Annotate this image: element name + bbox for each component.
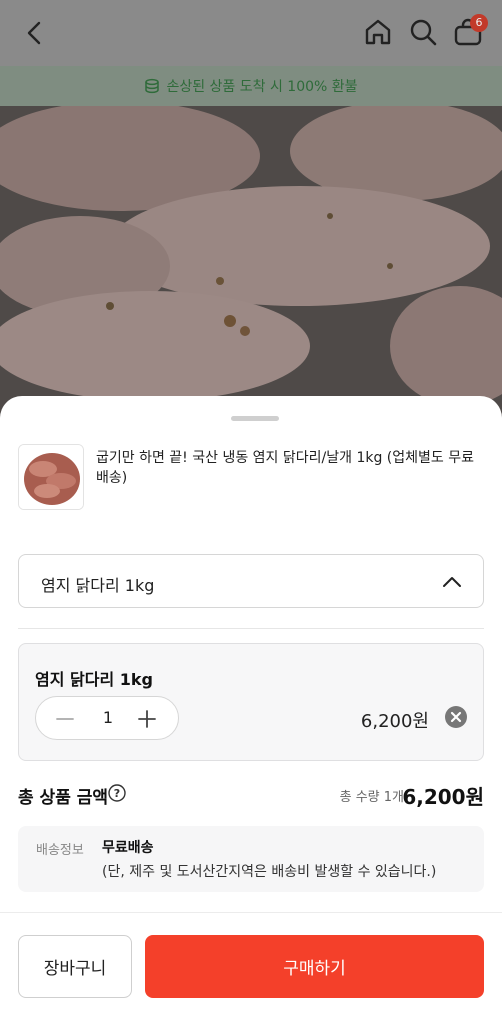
action-bar-divider xyxy=(0,912,502,913)
shipping-label: 배송정보 xyxy=(36,843,84,858)
option-dropdown[interactable]: 염지 닭다리 1kg xyxy=(18,554,484,608)
section-divider xyxy=(18,628,484,629)
shipping-info-box: 배송정보 무료배송 (단, 제주 및 도서산간지역은 배송비 발생할 수 있습니… xyxy=(18,826,484,892)
remove-option-icon[interactable] xyxy=(445,706,467,728)
shipping-value: 무료배송 xyxy=(102,840,154,856)
buy-now-button[interactable]: 구매하기 xyxy=(145,935,484,998)
quantity-stepper: 1 xyxy=(35,696,179,740)
total-price-row: 총 상품 금액 ? 총 수량 1개 6,200원 xyxy=(18,781,484,809)
search-icon[interactable] xyxy=(407,16,439,48)
total-label: 총 상품 금액 xyxy=(18,788,109,808)
plus-icon[interactable] xyxy=(136,708,158,730)
home-icon[interactable] xyxy=(362,16,394,48)
help-icon[interactable]: ? xyxy=(108,784,126,802)
cart-count-badge: 6 xyxy=(470,14,488,32)
total-price: 6,200원 xyxy=(402,785,484,809)
sheet-drag-handle[interactable] xyxy=(231,416,279,421)
product-summary: 굽기만 하면 끝! 국산 냉동 염지 닭다리/날개 1kg (업체별도 무료배송… xyxy=(18,444,484,510)
add-to-cart-button[interactable]: 장바구니 xyxy=(18,935,132,998)
svg-text:?: ? xyxy=(114,787,120,800)
top-navigation-bar: 6 xyxy=(0,0,502,66)
back-arrow-icon[interactable] xyxy=(20,18,50,48)
selected-option-price: 6,200원 xyxy=(360,711,429,732)
option-bottom-sheet: 굽기만 하면 끝! 국산 냉동 염지 닭다리/날개 1kg (업체별도 무료배송… xyxy=(0,396,502,1024)
minus-icon[interactable] xyxy=(54,708,76,730)
coins-icon xyxy=(145,78,160,94)
product-name: 굽기만 하면 끝! 국산 냉동 염지 닭다리/날개 1kg (업체별도 무료배송… xyxy=(96,450,474,486)
quantity-value[interactable]: 1 xyxy=(96,708,120,727)
total-quantity: 총 수량 1개 xyxy=(339,790,404,805)
option-dropdown-value: 염지 닭다리 1kg xyxy=(41,576,155,595)
chevron-up-icon xyxy=(443,577,461,587)
refund-notice-bar: 손상된 상품 도착 시 100% 환불 xyxy=(0,66,502,106)
shipping-note: (단, 제주 및 도서산간지역은 배송비 발생할 수 있습니다.) xyxy=(102,864,437,880)
product-photo xyxy=(0,106,502,416)
selected-option-card: 염지 닭다리 1kg 1 6,200원 xyxy=(18,643,484,761)
product-thumbnail xyxy=(18,444,84,510)
selected-option-title: 염지 닭다리 1kg xyxy=(35,670,153,689)
refund-notice-text: 손상된 상품 도착 시 100% 환불 xyxy=(166,79,358,95)
